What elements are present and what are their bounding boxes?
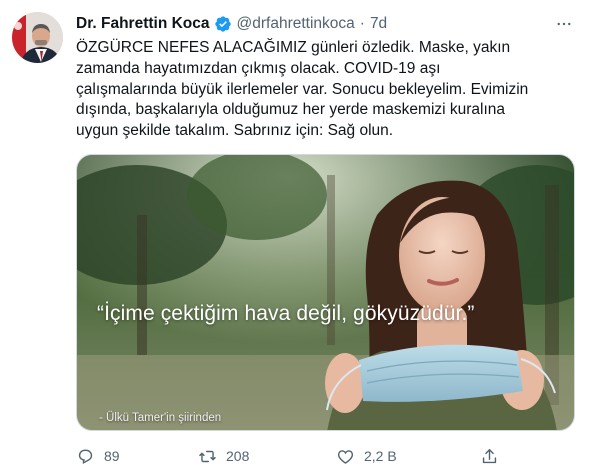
reply-icon	[76, 447, 95, 466]
reply-button[interactable]: 89	[76, 444, 120, 468]
tweet-text-line: uygun şekilde takalım. Sabrınız için: Sa…	[76, 122, 394, 140]
like-count: 2,2 B	[364, 448, 397, 464]
tweet-text-line: dışında, başkalarıyla olduğumuz her yerd…	[76, 101, 506, 119]
tweet[interactable]: Dr. Fahrettin Koca @drfahrettinkoca · 7d…	[0, 0, 589, 471]
separator-dot: ·	[359, 15, 365, 32]
tweet-text-line: zamanda hayatımızdan çıkmış olacak. COVI…	[76, 59, 441, 77]
retweet-button[interactable]: 208	[198, 444, 249, 468]
avatar[interactable]	[12, 12, 63, 63]
author-handle[interactable]: @drfahrettinkoca	[237, 15, 355, 33]
author-name[interactable]: Dr. Fahrettin Koca	[76, 15, 210, 33]
more-icon[interactable]	[553, 13, 575, 35]
timestamp[interactable]: 7d	[370, 15, 387, 33]
share-icon	[480, 447, 499, 466]
retweet-count: 208	[226, 448, 250, 464]
tweet-text-line: çalışmalarında büyük ilerlemeler var. So…	[76, 80, 529, 98]
like-button[interactable]: 2,2 B	[336, 444, 397, 468]
tweet-actions: 89 208 2,2 B	[76, 444, 506, 468]
reply-count: 89	[104, 448, 120, 464]
media-credit-text: - Ülkü Tamer'in şiirinden	[99, 412, 222, 424]
tweet-media-image[interactable]: “İçime çektiğim hava değil, gökyüzüdür.”…	[76, 154, 575, 431]
tweet-text-line: ÖZGÜRCE NEFES ALACAĞIMIZ günleri özledik…	[76, 39, 511, 56]
share-button[interactable]	[480, 444, 499, 468]
tweet-header: Dr. Fahrettin Koca @drfahrettinkoca · 7d	[76, 13, 575, 35]
verified-badge-icon	[214, 15, 232, 33]
like-icon	[336, 447, 355, 466]
retweet-icon	[198, 447, 217, 466]
tweet-text: ÖZGÜRCE NEFES ALACAĞIMIZ günleri özledik…	[76, 38, 576, 142]
media-quote-text: “İçime çektiğim hava değil, gökyüzüdür.”	[97, 302, 475, 325]
